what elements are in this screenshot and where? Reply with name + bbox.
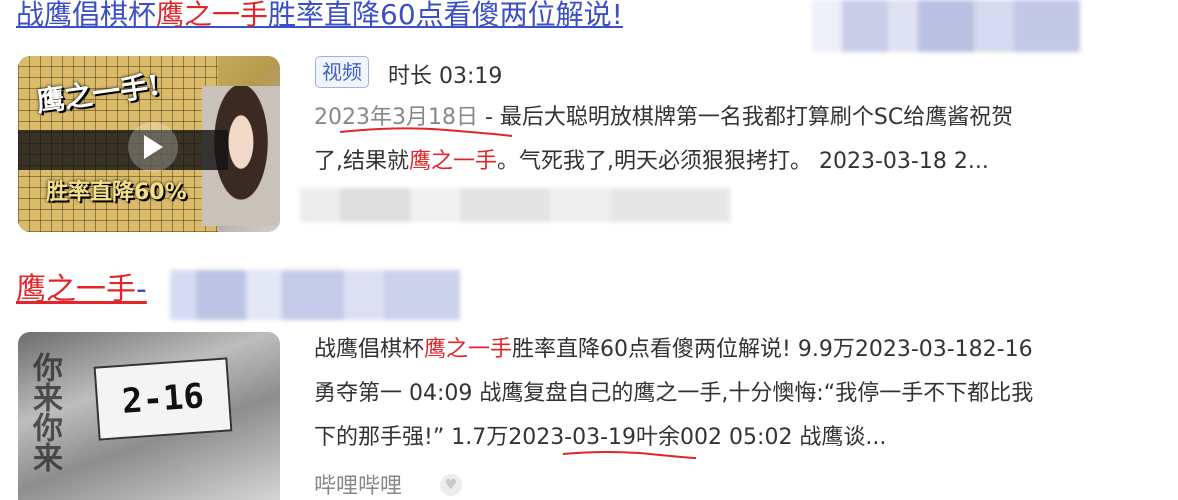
snippet2-text-1: 战鹰倡棋杯 [314,337,425,362]
result-thumbnail-2[interactable]: 你来你来 2-16 [18,332,280,500]
video-overlay-bar [18,130,228,170]
result-date: 2023年3月18日 [314,105,478,130]
redacted-title-suffix [812,0,1080,52]
result-snippet-2: 战鹰倡棋杯鹰之一手胜率直降60点看傻两位解说! 9.9万2023-03-182-… [314,328,1174,460]
snippet-text-1: - 最后大聪明放棋牌第一名我都打算刷个SC给鹰酱祝贺 [477,105,1014,130]
title-dash: - [136,272,147,307]
thumbnail-caption-bottom: 胜率直降60% [46,180,187,205]
result-title-1[interactable]: 战鹰倡棋杯鹰之一手胜率直降60点看傻两位解说! [16,0,623,34]
title-text-before: 战鹰倡棋杯 [16,0,157,31]
snippet2-text-2: 胜率直降60点看傻两位解说! 9.9万2023-03-182-16 [512,337,1033,362]
heart-icon[interactable]: ♥ [440,474,462,496]
result-title-2[interactable]: 鹰之一手- [16,268,147,312]
thumbnail-sign: 2-16 [93,357,233,441]
video-badge: 视频 [315,56,369,88]
snippet-text-2: 了,结果就 [314,149,409,174]
title-text-after: 胜率直降60点看傻两位解说! [268,0,623,31]
redacted-source-1 [300,188,730,222]
title-highlight: 鹰之一手 [156,0,269,31]
result-source-2[interactable]: 哔哩哔哩 [314,468,402,500]
snippet2-line-3: 下的那手强!” 1.7万2023-03-19叶余002 05:02 战鹰谈... [314,425,887,450]
snippet2-line-2: 勇夺第一 04:09 战鹰复盘自己的鹰之一手,十分懊悔:“我停一手不下都比我 [314,381,1034,406]
redacted-title-suffix-2 [170,270,460,320]
snippet2-highlight: 鹰之一手 [424,337,513,362]
video-duration: 时长 03:19 [388,64,503,89]
snippet-highlight: 鹰之一手 [409,149,498,174]
result-snippet-1: 2023年3月18日 - 最后大聪明放棋牌第一名我都打算刷个SC给鹰酱祝贺 了,… [314,96,1164,184]
title-highlight-2: 鹰之一手 [16,272,136,307]
snippet-text-3: 。气死我了,明天必须狠狠拷打。 2023-03-18 2... [497,149,989,174]
play-icon[interactable] [128,122,178,172]
thumbnail-scribble: 你来你来 [27,352,62,472]
video-thumbnail-1[interactable]: 鹰之一手! 胜率直降60% [18,56,280,232]
